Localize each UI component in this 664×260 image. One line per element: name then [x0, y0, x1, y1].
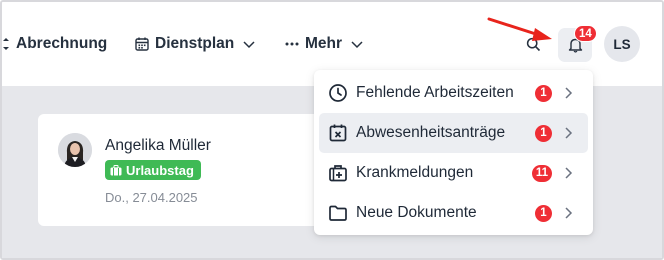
notifications-count-badge: 14: [574, 25, 597, 42]
nav-label-mehr: Mehr: [305, 35, 343, 52]
nav-label-dienstplan: Dienstplan: [155, 35, 235, 52]
menu-item-count-badge: 1: [535, 84, 552, 102]
chevron-right-icon: [565, 127, 573, 139]
menu-item-label: Fehlende Arbeitszeiten: [356, 84, 514, 101]
menu-item-count-badge: 1: [535, 124, 552, 142]
chevron-right-icon: [565, 207, 573, 219]
nav-item-dienstplan[interactable]: Dienstplan: [135, 33, 256, 55]
employee-avatar: [58, 133, 92, 167]
absence-date: Do., 27.04.2025: [105, 190, 198, 205]
calendar-x-icon: [329, 124, 347, 142]
employee-name: Angelika Müller: [105, 137, 211, 154]
absence-request-card[interactable]: Angelika Müller Urlaubstag Do., 27.04.20…: [38, 114, 328, 226]
menu-item-fehlende-arbeitszeiten[interactable]: Fehlende Arbeitszeiten 1: [319, 73, 588, 113]
menu-item-label: Neue Dokumente: [356, 204, 477, 221]
notifications-dropdown: Fehlende Arbeitszeiten 1 Abwesenheitsant…: [314, 70, 593, 235]
folder-icon: [329, 205, 347, 221]
menu-item-count-badge: 1: [535, 204, 552, 222]
menu-item-label: Abwesenheitsanträge: [356, 124, 506, 141]
menu-item-abwesenheitsantraege[interactable]: Abwesenheitsanträge 1: [319, 113, 588, 153]
menu-item-label: Krankmeldungen: [356, 164, 474, 181]
calendar-grid-icon: [135, 37, 149, 51]
chevron-right-icon: [565, 87, 573, 99]
chevron-down-icon: [351, 41, 363, 49]
menu-item-neue-dokumente[interactable]: Neue Dokumente 1: [319, 193, 588, 233]
annotation-arrow-icon: [487, 17, 552, 41]
nav-item-abrechnung[interactable]: Abrechnung: [2, 33, 107, 55]
app-window: Abrechnung Dienstplan Mehr 14 LS Angelik…: [0, 0, 664, 260]
menu-item-count-badge: 11: [531, 164, 552, 182]
vacation-day-label: Urlaubstag: [126, 162, 194, 178]
sort-icon: [3, 38, 9, 50]
clock-icon: [329, 84, 347, 102]
suitcase-icon: [110, 164, 122, 175]
chevron-right-icon: [565, 167, 573, 179]
chevron-down-icon: [243, 41, 255, 49]
more-dots-icon: [285, 42, 299, 46]
nav-item-mehr[interactable]: Mehr: [285, 33, 364, 55]
medical-bag-icon: [329, 165, 347, 182]
menu-item-krankmeldungen[interactable]: Krankmeldungen 11: [319, 153, 588, 193]
nav-label-abrechnung: Abrechnung: [16, 35, 108, 52]
vacation-day-tag: Urlaubstag: [105, 160, 201, 180]
user-avatar[interactable]: LS: [604, 26, 640, 62]
